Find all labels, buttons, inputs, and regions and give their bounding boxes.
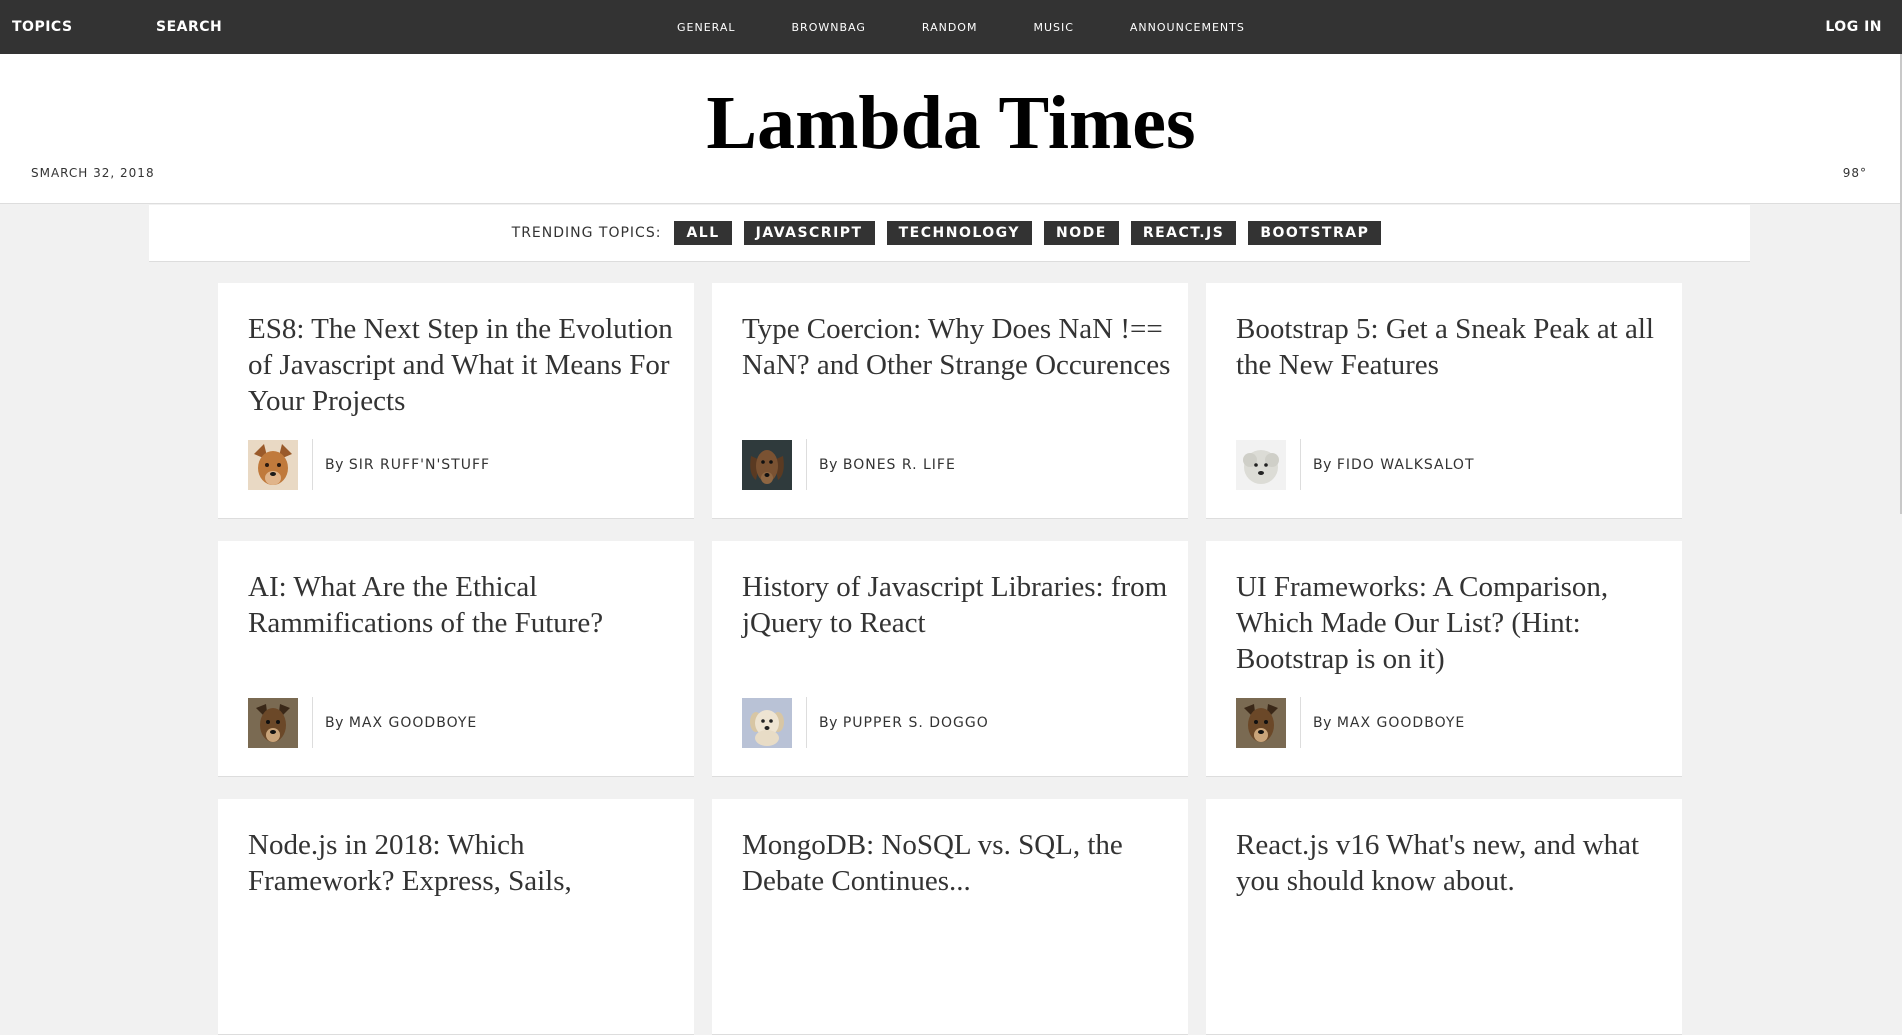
article-headline[interactable]: Bootstrap 5: Get a Sneak Peak at all the… (1236, 311, 1666, 383)
author-divider (312, 697, 313, 748)
article-headline[interactable]: Type Coercion: Why Does NaN !== NaN? and… (742, 311, 1172, 383)
article-headline[interactable]: History of Javascript Libraries: from jQ… (742, 569, 1172, 641)
top-nav-bar: TOPICS SEARCH GENERAL BROWNBAG RANDOM MU… (0, 0, 1902, 54)
dog-avatar-icon (248, 439, 298, 490)
login-link[interactable]: LOG IN (1825, 0, 1882, 54)
dog-avatar-icon (1236, 697, 1286, 748)
byline-prefix: By (819, 714, 838, 731)
article-card[interactable]: React.js v16 What's new, and what you sh… (1206, 799, 1682, 1035)
masthead: SMARCH 32, 2018 Lambda Times 98° (0, 54, 1902, 204)
author-name: PUPPER S. DOGGO (842, 714, 989, 731)
article-card[interactable]: History of Javascript Libraries: from jQ… (712, 541, 1188, 777)
article-card[interactable]: Node.js in 2018: Which Framework? Expres… (218, 799, 694, 1035)
author-name: FIDO WALKSALOT (1336, 456, 1475, 473)
article-headline[interactable]: React.js v16 What's new, and what you sh… (1236, 827, 1666, 899)
author-name: BONES R. LIFE (842, 456, 956, 473)
dog-avatar-icon (742, 697, 792, 748)
nav-item-brownbag[interactable]: BROWNBAG (792, 21, 866, 34)
article-headline[interactable]: MongoDB: NoSQL vs. SQL, the Debate Conti… (742, 827, 1172, 899)
tab-react-js[interactable]: REACT.JS (1130, 221, 1237, 245)
search-link[interactable]: SEARCH (156, 0, 222, 54)
article-card[interactable]: Bootstrap 5: Get a Sneak Peak at all the… (1206, 283, 1682, 519)
author-name: SIR RUFF'N'STUFF (348, 456, 491, 473)
tab-javascript[interactable]: JAVASCRIPT (743, 221, 875, 245)
header-date: SMARCH 32, 2018 (31, 166, 155, 180)
article-author: By SIR RUFF'N'STUFF (248, 439, 490, 490)
article-card[interactable]: AI: What Are the Ethical Rammifications … (218, 541, 694, 777)
author-divider (806, 697, 807, 748)
article-card[interactable]: Type Coercion: Why Does NaN !== NaN? and… (712, 283, 1188, 519)
site-title: Lambda Times (706, 81, 1196, 165)
article-card[interactable]: ES8: The Next Step in the Evolution of J… (218, 283, 694, 519)
dog-avatar-icon (1236, 439, 1286, 490)
article-author: By BONES R. LIFE (742, 439, 956, 490)
tab-node[interactable]: NODE (1044, 221, 1119, 245)
byline-prefix: By (1313, 456, 1332, 473)
tab-all[interactable]: ALL (674, 221, 732, 245)
article-headline[interactable]: AI: What Are the Ethical Rammifications … (248, 569, 678, 641)
header-temperature: 98° (1842, 166, 1867, 180)
article-card[interactable]: MongoDB: NoSQL vs. SQL, the Debate Conti… (712, 799, 1188, 1035)
dog-avatar-icon (742, 439, 792, 490)
tab-technology[interactable]: TECHNOLOGY (886, 221, 1032, 245)
byline-prefix: By (1313, 714, 1332, 731)
trending-topics-bar: TRENDING TOPICS: ALL JAVASCRIPT TECHNOLO… (149, 205, 1750, 262)
article-author: By MAX GOODBOYE (248, 697, 477, 748)
tab-bootstrap[interactable]: BOOTSTRAP (1248, 221, 1382, 245)
nav-item-random[interactable]: RANDOM (922, 21, 978, 34)
author-divider (1300, 697, 1301, 748)
topics-menu-link[interactable]: TOPICS (12, 0, 73, 54)
author-divider (806, 439, 807, 490)
author-name: MAX GOODBOYE (348, 714, 478, 731)
byline-prefix: By (819, 456, 838, 473)
trending-topics-label: TRENDING TOPICS: (511, 225, 662, 241)
article-author: By FIDO WALKSALOT (1236, 439, 1475, 490)
article-author: By MAX GOODBOYE (1236, 697, 1465, 748)
nav-item-general[interactable]: GENERAL (677, 21, 736, 34)
article-author: By PUPPER S. DOGGO (742, 697, 989, 748)
author-divider (312, 439, 313, 490)
article-headline[interactable]: ES8: The Next Step in the Evolution of J… (248, 311, 678, 419)
author-name: MAX GOODBOYE (1336, 714, 1466, 731)
article-headline[interactable]: UI Frameworks: A Comparison, Which Made … (1236, 569, 1666, 677)
author-divider (1300, 439, 1301, 490)
nav-item-music[interactable]: MUSIC (1033, 21, 1073, 34)
nav-item-announcements[interactable]: ANNOUNCEMENTS (1130, 21, 1245, 34)
dog-avatar-icon (248, 697, 298, 748)
article-headline[interactable]: Node.js in 2018: Which Framework? Expres… (248, 827, 678, 899)
article-card[interactable]: UI Frameworks: A Comparison, Which Made … (1206, 541, 1682, 777)
category-nav: GENERAL BROWNBAG RANDOM MUSIC ANNOUNCEME… (677, 0, 1301, 54)
article-grid: ES8: The Next Step in the Evolution of J… (218, 283, 1682, 1035)
byline-prefix: By (325, 456, 344, 473)
byline-prefix: By (325, 714, 344, 731)
